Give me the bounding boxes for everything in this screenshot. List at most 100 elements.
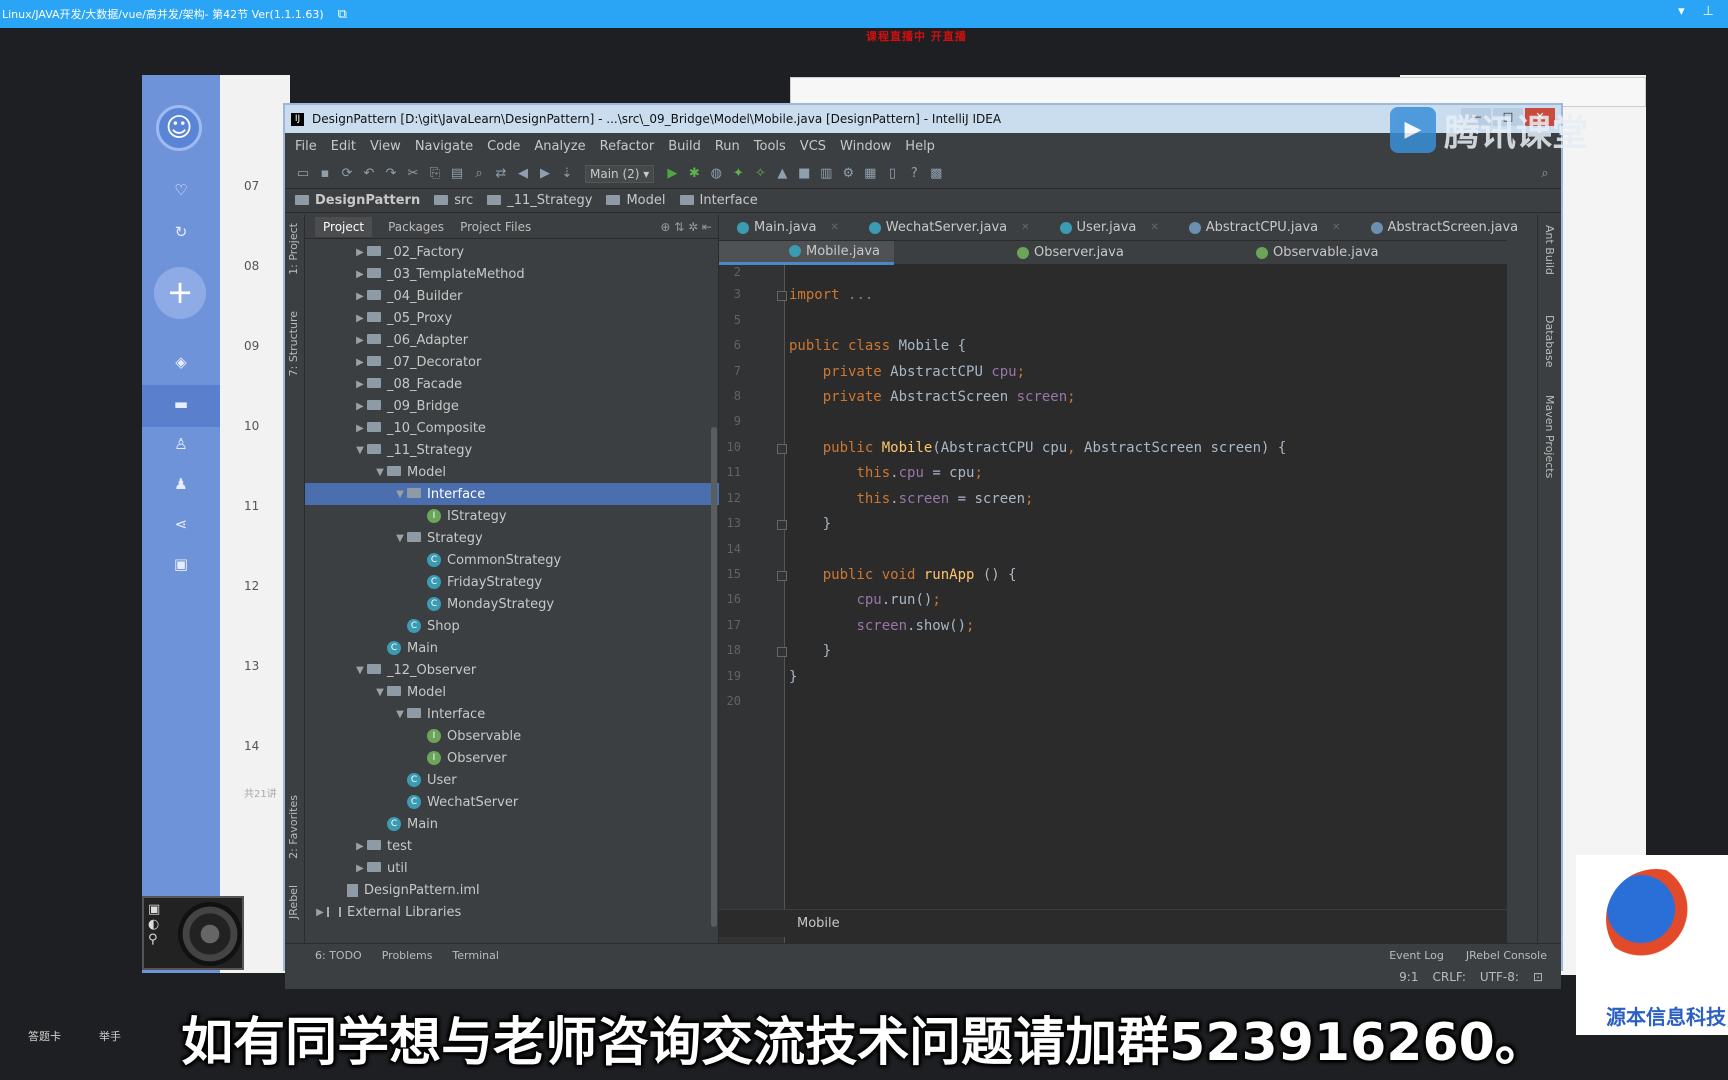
tab-project-files[interactable]: Project Files [460,220,531,234]
tree-item[interactable]: DesignPattern.iml [305,879,719,901]
tree-item[interactable]: ▶ _06_Adapter [305,329,719,351]
jrebel-debug-icon[interactable]: ✧ [752,166,768,182]
chevron-right-icon[interactable]: ▶ [353,401,367,412]
fold-marker[interactable] [777,571,787,581]
tool-favorites[interactable]: 2: Favorites [287,795,300,859]
trash-icon[interactable]: ▣ [142,555,220,573]
chevron-right-icon[interactable]: ▶ [353,379,367,390]
refresh-icon[interactable]: ↻ [142,223,220,241]
line-separator[interactable]: CRLF: [1432,970,1465,984]
debug-icon[interactable]: ✱ [686,166,702,182]
panel-settings-icon[interactable]: ⊕ ⇅ ✲ ⇤ [660,220,712,234]
tool-ant-build[interactable]: Ant Build [1543,225,1556,275]
tree-item[interactable]: C CommonStrategy [305,549,719,571]
chevron-down-icon[interactable]: ▼ [393,709,407,720]
favorite-icon[interactable]: ♡ [142,181,220,199]
undo-icon[interactable]: ↶ [361,166,377,182]
tool-database[interactable]: Database [1543,315,1556,368]
chevron-down-icon[interactable]: ▼ [373,687,387,698]
search-icon[interactable]: ⌕ [1537,166,1553,182]
stop-icon[interactable]: ■ [796,166,812,182]
chevron-down-icon[interactable]: ▼ [393,533,407,544]
chevron-right-icon[interactable]: ▶ [353,313,367,324]
menu-tools[interactable]: Tools [754,139,786,154]
tab-observer-java[interactable]: Observer.java [1017,245,1124,260]
cut-icon[interactable]: ✂ [405,166,421,182]
fold-marker[interactable] [777,444,787,454]
lock-icon[interactable]: ⊡ [1533,970,1543,984]
menu-refactor[interactable]: Refactor [600,139,655,154]
chevron-right-icon[interactable]: ▶ [353,291,367,302]
share-icon[interactable]: ⋖ [142,515,220,533]
tool-todo[interactable]: 6: TODO [315,949,362,962]
tool-structure[interactable]: 7: Structure [287,311,300,376]
tree-item[interactable]: C User [305,769,719,791]
tree-item[interactable]: ▶ _05_Proxy [305,307,719,329]
tree-item[interactable]: C FridayStrategy [305,571,719,593]
chevron-right-icon[interactable]: ▶ [353,841,367,852]
build-icon[interactable]: ⇣ [559,166,575,182]
menu-window[interactable]: Window [840,139,891,154]
structure-icon[interactable]: ⚙ [840,166,856,182]
tree-item[interactable]: ▼ _11_Strategy [305,439,719,461]
run-config-select[interactable]: Main (2) ▾ [585,164,655,183]
breadcrumb-item[interactable]: _11_Strategy [487,193,592,208]
add-button[interactable]: + [154,267,206,319]
tree-item[interactable]: ▼ Interface [305,703,719,725]
tree-item[interactable]: ▶ External Libraries [305,901,719,923]
tab-abstractscreen-java[interactable]: AbstractScreen.java [1370,220,1518,235]
list-item[interactable]: 14 [244,739,259,753]
tree-item[interactable]: I IStrategy [305,505,719,527]
chevron-right-icon[interactable]: ▶ [353,423,367,434]
tab-packages[interactable]: Packages [388,220,444,234]
tree-item[interactable]: ▶ _03_TemplateMethod [305,263,719,285]
coverage-icon[interactable]: ◍ [708,166,724,182]
menu-view[interactable]: View [370,139,401,154]
tab-mobile-java[interactable]: Mobile.java [719,240,895,265]
tab-project[interactable]: Project [315,216,373,237]
chevron-down-icon[interactable]: ▼ [353,445,367,456]
tool-event-log[interactable]: Event Log [1389,949,1444,962]
tab-user-java[interactable]: User.java ✕ [1059,220,1159,235]
breadcrumb-item[interactable]: src [434,193,473,208]
task-icon[interactable]: ▩ [928,166,944,182]
chevron-right-icon[interactable]: ▶ [313,907,327,918]
code-breadcrumb[interactable]: Mobile [719,909,1507,937]
tool-project[interactable]: 1: Project [287,223,300,275]
close-icon[interactable]: ✕ [1332,222,1340,233]
tree-item[interactable]: ▶ _07_Decorator [305,351,719,373]
tree-item[interactable]: C Main [305,813,719,835]
list-item[interactable]: 11 [244,499,259,513]
tree-item[interactable]: ▶ _09_Bridge [305,395,719,417]
popout-icon[interactable]: ⧉ [338,7,347,22]
tree-item[interactable]: C WechatServer [305,791,719,813]
chevron-down-icon[interactable]: ▼ [353,665,367,676]
chevron-right-icon[interactable]: ▶ [353,269,367,280]
tree-item[interactable]: C MondayStrategy [305,593,719,615]
fold-marker[interactable] [777,647,787,657]
pin-icon[interactable]: ⊥ [1703,4,1714,19]
user-icon[interactable]: ♙ [142,435,220,453]
tree-item[interactable]: ▶ _08_Facade [305,373,719,395]
save-icon[interactable]: ▪ [317,166,333,182]
sdk-icon[interactable]: ▥ [818,166,834,182]
webcam-controls-icon[interactable]: ▣ ◐ ⚲ [148,902,168,947]
menu-edit[interactable]: Edit [331,139,356,154]
file-encoding[interactable]: UTF-8: [1480,970,1519,984]
chevron-right-icon[interactable]: ▶ [353,357,367,368]
replace-icon[interactable]: ⇄ [493,166,509,182]
cursor-position[interactable]: 9:1 [1399,970,1418,984]
chevron-down-icon[interactable]: ▼ [373,467,387,478]
tree-item[interactable]: C Shop [305,615,719,637]
tree-item[interactable]: C Main [305,637,719,659]
list-item[interactable]: 12 [244,579,259,593]
tool-problems[interactable]: Problems [382,949,433,962]
menu-file[interactable]: File [295,139,317,154]
chevron-down-icon[interactable]: ▼ [393,489,407,500]
help-icon[interactable]: ? [906,166,922,182]
breadcrumb-item[interactable]: Model [606,193,666,208]
tree-item[interactable]: ▶ test [305,835,719,857]
tree-item[interactable]: ▼ Strategy [305,527,719,549]
tree-item[interactable]: I Observable [305,725,719,747]
close-icon[interactable]: ✕ [1150,222,1158,233]
